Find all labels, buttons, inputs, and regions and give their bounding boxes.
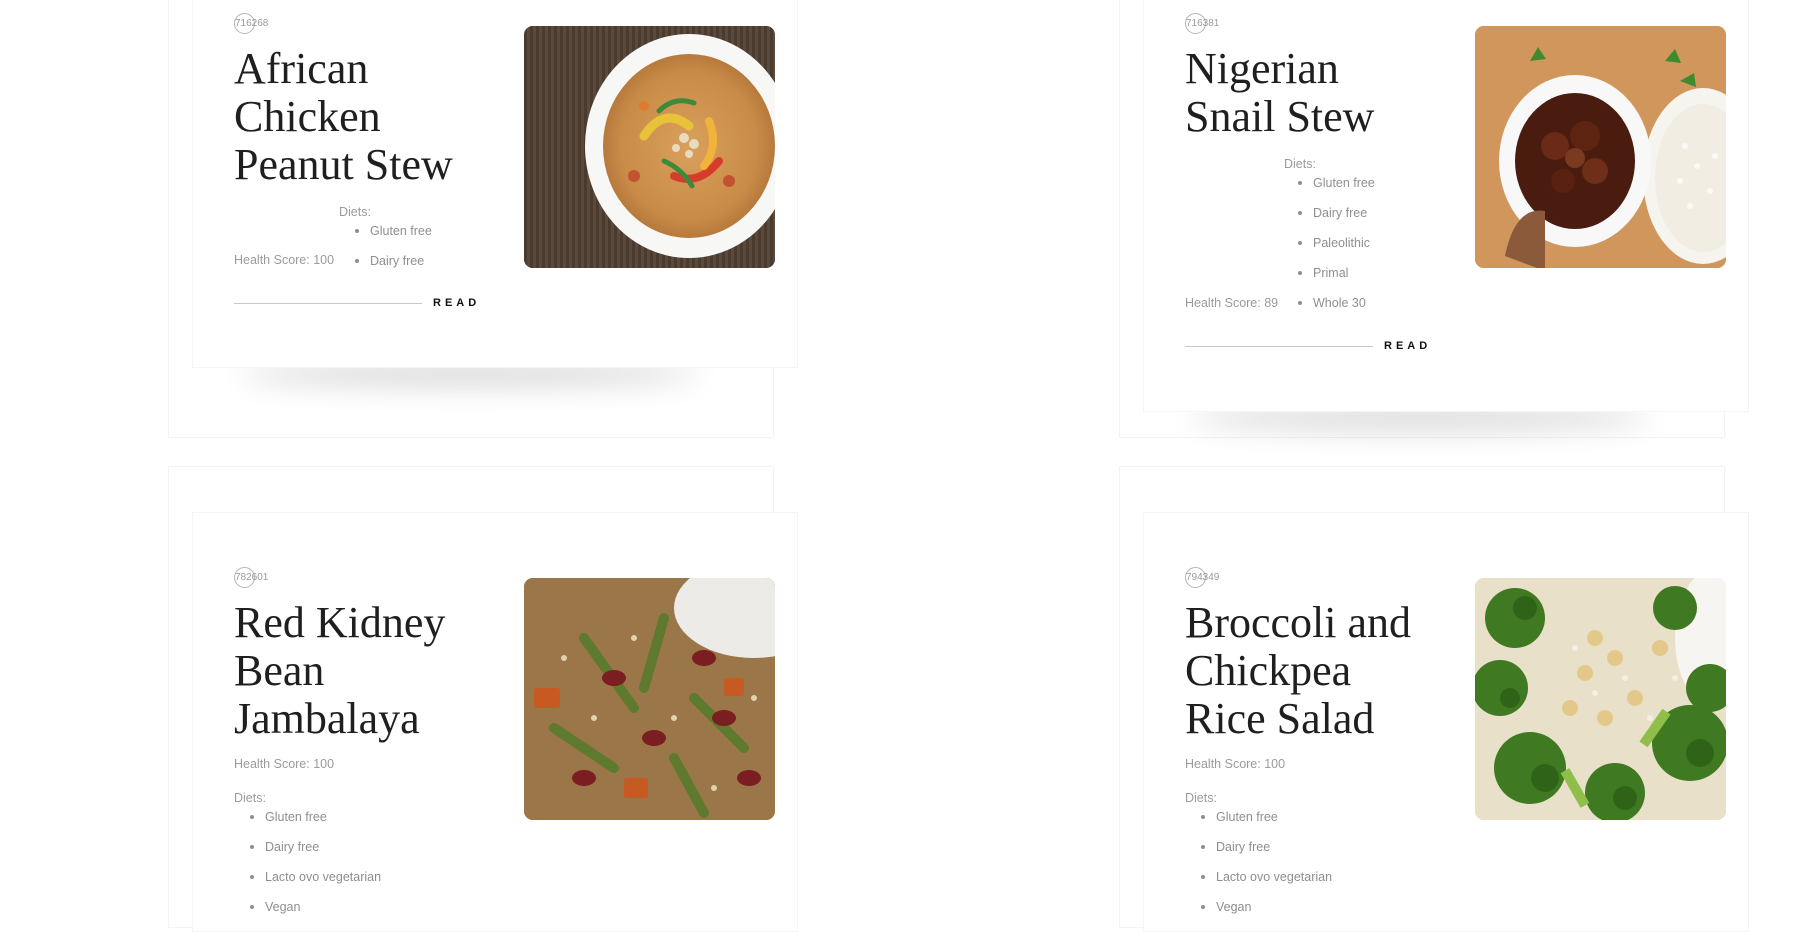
diet-item: Gluten free: [250, 809, 381, 839]
recipe-title-line: Chickpea: [1185, 646, 1352, 695]
recipe-card[interactable]: 716268 African Chicken Peanut Stew Diets…: [192, 0, 798, 368]
broccoli-rice-salad-image: [1475, 578, 1726, 820]
diet-item: Vegan: [250, 899, 381, 929]
recipe-title-line: Snail Stew: [1185, 92, 1375, 141]
recipe-photo[interactable]: [524, 578, 775, 820]
recipe-id-badge: 716381: [1185, 13, 1219, 34]
snail-stew-image: [1475, 26, 1726, 268]
recipe-photo[interactable]: [1475, 26, 1726, 268]
diets-label: Diets:: [234, 791, 266, 805]
health-score: Health Score: 100: [234, 253, 335, 267]
diets-label: Diets:: [1284, 157, 1316, 171]
diet-item: Dairy free: [250, 839, 381, 869]
recipe-title[interactable]: Broccoli and Chickpea Rice Salad: [1185, 599, 1411, 743]
recipe-title[interactable]: African Chicken Peanut Stew: [234, 45, 453, 189]
diets-label: Diets:: [339, 205, 371, 219]
recipe-title-line: Nigerian: [1185, 44, 1339, 93]
diet-item: Gluten free: [355, 223, 432, 253]
recipe-id-badge: 782601: [234, 567, 268, 588]
recipe-title[interactable]: Nigerian Snail Stew: [1185, 45, 1374, 141]
diets-list: Gluten free Dairy free Paleolithic Prima…: [1298, 175, 1375, 325]
read-divider: [1185, 346, 1373, 347]
diet-item: Dairy free: [355, 253, 432, 283]
recipe-id-badge: 716268: [234, 13, 268, 34]
recipe-title-line: African: [234, 44, 369, 93]
recipe-title[interactable]: Red Kidney Bean Jambalaya: [234, 599, 445, 743]
recipe-card[interactable]: 794349 Broccoli and Chickpea Rice Salad …: [1143, 512, 1749, 932]
diet-item: Lacto ovo vegetarian: [1201, 869, 1332, 899]
diet-item: Dairy free: [1201, 839, 1332, 869]
health-score: Health Score: 100: [1185, 757, 1286, 771]
recipe-title-line: Jambalaya: [234, 694, 420, 743]
diet-item: Paleolithic: [1298, 235, 1375, 265]
diets-list: Gluten free Dairy free Lacto ovo vegetar…: [250, 809, 381, 929]
stew-bowl-image: [524, 26, 775, 268]
diets-list: Gluten free Dairy free Lacto ovo vegetar…: [1201, 809, 1332, 929]
recipe-title-line: Rice Salad: [1185, 694, 1375, 743]
recipe-card[interactable]: 782601 Red Kidney Bean Jambalaya Health …: [192, 512, 798, 932]
diet-item: Whole 30: [1298, 295, 1375, 325]
read-divider: [234, 303, 422, 304]
health-score: Health Score: 89: [1185, 296, 1279, 310]
recipe-photo[interactable]: [524, 26, 775, 268]
read-link[interactable]: READ: [433, 297, 480, 309]
recipe-id-badge: 794349: [1185, 567, 1219, 588]
diet-item: Vegan: [1201, 899, 1332, 929]
recipe-title-line: Peanut Stew: [234, 140, 453, 189]
diets-label: Diets:: [1185, 791, 1217, 805]
recipe-photo[interactable]: [1475, 578, 1726, 820]
recipe-title-line: Chicken: [234, 92, 381, 141]
diet-item: Primal: [1298, 265, 1375, 295]
recipe-title-line: Broccoli and: [1185, 598, 1412, 647]
health-score: Health Score: 100: [234, 757, 335, 771]
jambalaya-image: [524, 578, 775, 820]
recipe-title-line: Bean: [234, 646, 325, 695]
diets-list: Gluten free Dairy free: [355, 223, 432, 283]
diet-item: Lacto ovo vegetarian: [250, 869, 381, 899]
diet-item: Gluten free: [1298, 175, 1375, 205]
diet-item: Gluten free: [1201, 809, 1332, 839]
diet-item: Dairy free: [1298, 205, 1375, 235]
read-link[interactable]: READ: [1384, 340, 1431, 352]
recipe-card[interactable]: 716381 Nigerian Snail Stew Diets: Gluten…: [1143, 0, 1749, 412]
recipe-title-line: Red Kidney: [234, 598, 446, 647]
